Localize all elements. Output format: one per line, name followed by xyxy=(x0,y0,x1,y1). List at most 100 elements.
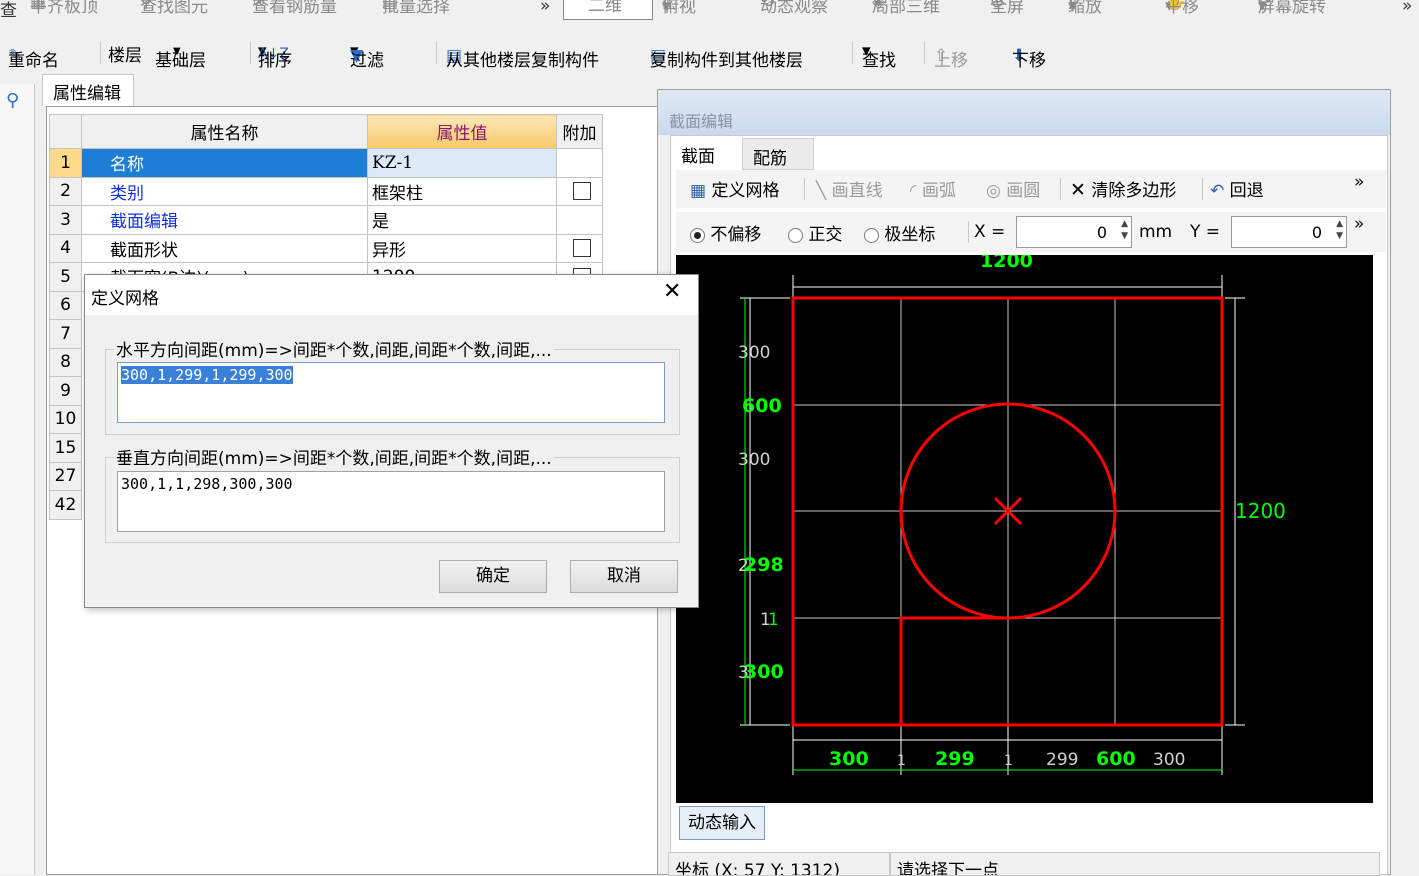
property-name: 名称 xyxy=(81,148,368,178)
mode-no-offset[interactable]: 不偏移 xyxy=(690,220,761,245)
table-row[interactable]: 3 截面编辑 是 xyxy=(49,205,603,235)
dim-left: 298 xyxy=(744,554,784,576)
row-number: 10 xyxy=(49,404,82,434)
spin-down-icon[interactable]: ▼ xyxy=(1121,231,1128,241)
radio-icon xyxy=(788,227,803,243)
top-view-button[interactable]: ◫ 俯视 ▾ xyxy=(662,0,696,17)
dim-top: 1200 xyxy=(980,255,1033,272)
find-button[interactable]: 查找 ▾ xyxy=(862,41,896,71)
dropdown-arrow-icon: ▼ xyxy=(173,46,181,57)
table-row[interactable]: 4 截面形状 异形 xyxy=(49,233,603,263)
overflow-chevron-icon[interactable]: » xyxy=(1402,0,1412,16)
dim-bottom-small: 1 xyxy=(897,753,906,769)
property-value[interactable]: KZ-1 xyxy=(367,148,557,178)
draw-circle-button[interactable]: ◎ 画圆 xyxy=(986,176,1040,201)
clear-polygon-button[interactable]: ✕ 清除多边形 xyxy=(1070,176,1176,201)
radio-icon xyxy=(690,227,705,243)
grid-header-value: 属性值 xyxy=(367,114,557,149)
spin-up-icon[interactable]: ▲ xyxy=(1121,219,1128,229)
pan-button[interactable]: ✋ 平移 ▾ xyxy=(1165,0,1199,17)
spin-down-icon[interactable]: ▼ xyxy=(1336,231,1343,241)
property-value[interactable]: 异形 xyxy=(367,233,557,263)
close-x-icon: ✕ xyxy=(1070,179,1086,201)
property-name: 类别 xyxy=(81,176,368,206)
arc-icon: ◜ xyxy=(910,181,917,201)
row-number: 9 xyxy=(49,376,82,406)
grid-corner xyxy=(49,114,82,149)
row-number: 27 xyxy=(49,461,82,491)
search-icon[interactable]: ⚲ xyxy=(6,90,19,111)
overflow-chevron-icon[interactable]: » xyxy=(1354,214,1364,234)
dropdown-arrow-icon: ▼ xyxy=(564,0,572,2)
zoom-button[interactable]: ⚲ 缩放 ▾ xyxy=(1068,0,1102,17)
overflow-chevron-icon[interactable]: » xyxy=(540,0,550,16)
dimension-lines xyxy=(740,275,1245,775)
property-value[interactable]: 是 xyxy=(367,205,557,235)
dialog-titlebar: 定义网格 ✕ xyxy=(85,275,698,315)
ok-button[interactable]: 确定 xyxy=(439,560,547,593)
sort-button[interactable]: A↓Z 排序 ▾ xyxy=(258,41,292,71)
radio-icon xyxy=(864,227,879,243)
toolbar-top: 查 ▦ 平齐板顶 ⚲ 查找图元 ∞ 查看钢筋量 ▤ 批量选择 » 二维 ▼ ◫ … xyxy=(0,0,1419,22)
x-label: X = xyxy=(974,222,1006,242)
property-name: 截面形状 xyxy=(81,233,368,263)
tab-section[interactable]: 截面 xyxy=(671,136,741,170)
undo-icon: ↶ xyxy=(1210,181,1225,201)
snap-mode-bar: 不偏移 正交 极坐标 X = 0 ▲ ▼ mm Y = 0 ▲ ▼ » xyxy=(690,214,1390,252)
dim-bottom: 299 xyxy=(1046,750,1078,770)
row-number: 42 xyxy=(49,490,82,520)
property-extra[interactable] xyxy=(556,176,603,206)
property-name: 截面编辑 xyxy=(81,205,368,235)
tab-property-edit[interactable]: 属性编辑 xyxy=(42,74,134,106)
define-grid-button[interactable]: ▦ 定义网格 xyxy=(690,176,779,201)
line-icon: ╲ xyxy=(816,181,827,201)
row-number: 7 xyxy=(49,319,82,349)
row-number: 15 xyxy=(49,433,82,463)
draw-line-button[interactable]: ╲ 画直线 xyxy=(816,176,883,201)
vertical-spacing-input[interactable]: 300,1,1,298,300,300 xyxy=(117,471,665,532)
draw-arc-button[interactable]: ◜ 画弧 xyxy=(910,176,956,201)
horizontal-spacing-label: 水平方向间距(mm)=>间距*个数,间距,间距*个数,间距,... xyxy=(114,336,554,361)
row-number: 8 xyxy=(49,347,82,377)
overflow-chevron-icon[interactable]: » xyxy=(1354,172,1364,192)
tab-rebar[interactable]: 配筋 xyxy=(742,138,814,170)
define-grid-dialog: 定义网格 ✕ 水平方向间距(mm)=>间距*个数,间距,间距*个数,间距,...… xyxy=(84,274,699,608)
horizontal-spacing-input[interactable]: 300,1,299,1,299,300 xyxy=(117,362,665,423)
vertical-spacing-label: 垂直方向间距(mm)=>间距*个数,间距,间距*个数,间距,... xyxy=(114,444,554,469)
view-mode-select[interactable]: 二维 ▼ xyxy=(563,0,653,20)
cancel-button[interactable]: 取消 xyxy=(570,560,678,593)
dim-bottom-small: 1 xyxy=(1004,753,1013,769)
filter-button[interactable]: ▼ 过滤 ▾ xyxy=(350,41,384,71)
toolbar-main: ✎ 重命名 楼层 基础层 ▼ A↓Z 排序 ▾ ▼ 过滤 ▾ ▤ 从其他楼层复制构件 … xyxy=(8,41,1046,71)
undo-button[interactable]: ↶ 回退 xyxy=(1210,176,1264,201)
left-sidebar: ⚲ xyxy=(0,84,35,875)
property-value[interactable]: 框架柱 xyxy=(367,176,557,206)
property-extra xyxy=(556,205,603,235)
extra-checkbox[interactable] xyxy=(573,182,591,201)
dim-right: 1200 xyxy=(1235,499,1286,523)
dim-bottom: 300 xyxy=(1153,750,1185,770)
dim-bottom: 600 xyxy=(1096,748,1136,770)
grid-header-name: 属性名称 xyxy=(81,114,368,149)
y-input[interactable]: 0 ▲ ▼ xyxy=(1231,216,1347,248)
spin-up-icon[interactable]: ▲ xyxy=(1336,219,1343,229)
mode-polar[interactable]: 极坐标 xyxy=(864,220,935,245)
dynamic-input-button[interactable]: 动态输入 xyxy=(679,806,765,840)
circle-icon: ◎ xyxy=(986,181,1001,201)
dialog-title: 定义网格 xyxy=(91,289,159,309)
extra-checkbox[interactable] xyxy=(573,239,591,258)
dim-left: 300 xyxy=(738,450,770,470)
dim-bottom: 300 xyxy=(829,748,869,770)
x-input[interactable]: 0 ▲ ▼ xyxy=(1016,216,1132,248)
status-coordinates: 坐标 (X: 57 Y: 1312) xyxy=(668,852,890,876)
close-icon[interactable]: ✕ xyxy=(663,279,681,304)
table-row[interactable]: 2 类别 框架柱 xyxy=(49,176,603,206)
dim-left: 300 xyxy=(738,343,770,363)
dim-left: 300 xyxy=(744,661,784,683)
mode-orthogonal[interactable]: 正交 xyxy=(788,220,842,245)
toolbar-item[interactable]: 查 xyxy=(0,0,17,21)
section-drawing-canvas[interactable]: 1200 1200 300 600 300 2 298 1 1 3 300 30… xyxy=(676,255,1373,803)
property-extra[interactable] xyxy=(556,233,603,263)
screen-rotate-button[interactable]: ⟳ 屏幕旋转 ▾ xyxy=(1258,0,1326,17)
table-row[interactable]: 1 名称 KZ-1 xyxy=(49,148,603,178)
